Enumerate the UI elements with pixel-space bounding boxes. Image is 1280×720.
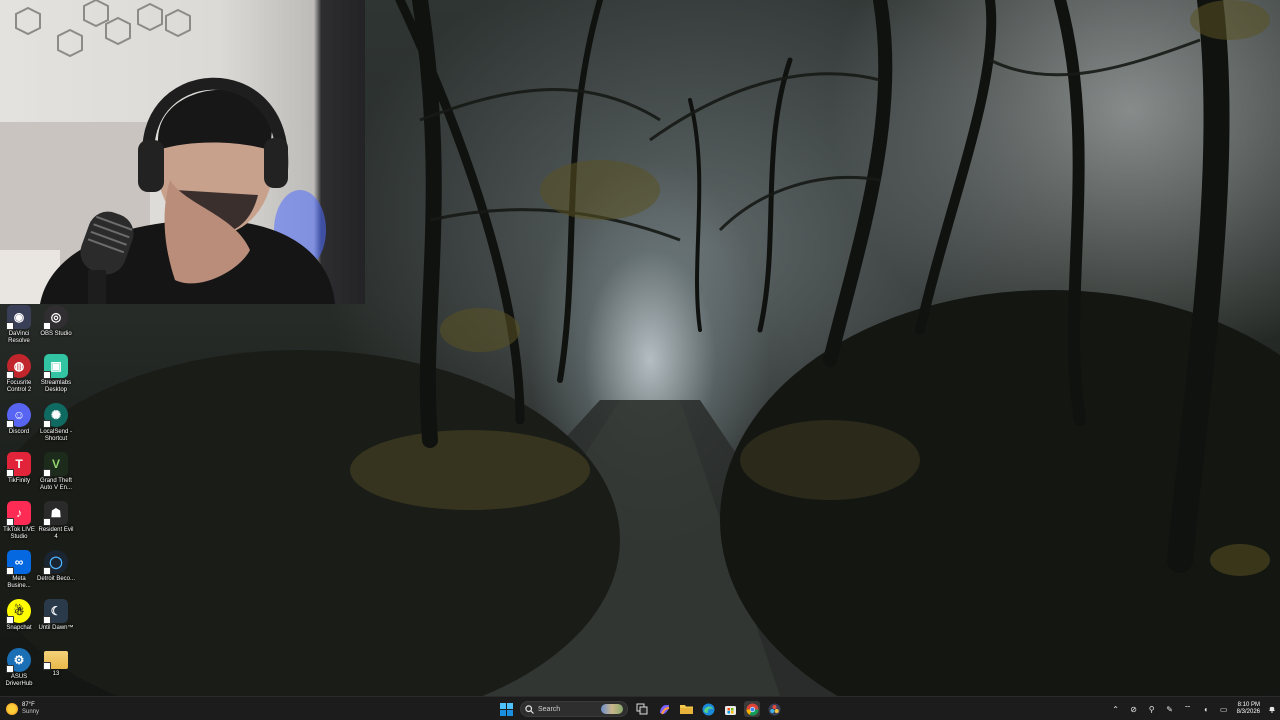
desktop-icon-obs-studio[interactable]: ◎ OBS Studio	[37, 304, 75, 352]
davinci-resolve-icon	[768, 703, 780, 715]
desktop-icon-folder-13[interactable]: 13	[37, 647, 75, 695]
copilot-icon	[659, 704, 669, 714]
weather-sun-icon	[6, 703, 18, 715]
desktop-icon-label: ASUS DriverHub	[5, 674, 33, 687]
notification-bell-icon[interactable]	[1268, 705, 1276, 713]
taskbar: 87°F Sunny Search ⌃ ⊘ ⚲ ✎ ⌔ ◖ ▭ 8:10 PM …	[0, 696, 1280, 720]
desktop-icon-label: LocalSend - Shortcut	[39, 429, 73, 442]
desktop-icon-label: Streamlabs Desktop	[40, 380, 72, 393]
until-dawn-icon: ☾	[43, 599, 68, 624]
desktop-icon-tiktok-live-studio[interactable]: ♪ TikTok LIVE Studio	[0, 500, 38, 548]
streamlabs-icon: ▣	[43, 354, 68, 379]
desktop-icon-davinci-resolve[interactable]: ◉ DaVinci Resolve	[0, 304, 38, 352]
desktop-icon-detroit[interactable]: ◯ Detroit Beco...	[37, 549, 75, 597]
search-placeholder: Search	[538, 705, 561, 713]
desktop-icon-streamlabs[interactable]: ▣ Streamlabs Desktop	[37, 353, 75, 401]
weather-condition: Sunny	[22, 709, 40, 715]
start-button[interactable]	[498, 701, 514, 717]
desktop-icon-localsend[interactable]: ✺ LocalSend - Shortcut	[37, 402, 75, 450]
microphone-icon[interactable]: ⚲	[1147, 705, 1157, 714]
desktop-icon-tikfinity[interactable]: T TikFinity	[0, 451, 38, 499]
folder-icon	[43, 651, 68, 670]
desktop-icon-focusrite-control[interactable]: ◍ Focusrite Control 2	[0, 353, 38, 401]
desktop-icon-label: Meta Busine...	[7, 576, 31, 589]
store-icon	[724, 705, 736, 715]
desktop-icon-label: Detroit Beco...	[37, 576, 76, 582]
battery-icon[interactable]: ▭	[1219, 705, 1229, 714]
asus-driverhub-icon: ⚙	[6, 648, 31, 673]
clock-time: 8:10 PM	[1237, 702, 1260, 708]
chrome-icon	[746, 703, 758, 716]
desktop-icon-snapchat[interactable]: ☃ Snapchat	[0, 598, 38, 646]
desktop-icon-label: Until Dawn™	[38, 625, 74, 631]
streamer-camera-feed	[0, 0, 335, 304]
localsend-icon: ✺	[43, 403, 68, 428]
desktop-icon-gta-v[interactable]: V Grand Theft Auto V En...	[37, 451, 75, 499]
weather-temperature: 87°F	[22, 702, 35, 708]
desktop-icon-label: Snapchat	[6, 625, 32, 631]
search-highlight-icon	[601, 704, 623, 714]
weather-text: 87°F Sunny	[22, 702, 39, 716]
desktop-icon-label: Focusrite Control 2	[6, 380, 32, 393]
desktop-icon-discord[interactable]: ☺ Discord	[0, 402, 38, 450]
snapchat-icon: ☃	[6, 599, 31, 624]
file-explorer-button[interactable]	[678, 701, 694, 717]
desktop-icon-label: 13	[52, 671, 60, 677]
network-icon[interactable]: ⌔	[1183, 704, 1193, 714]
clock-date: 8/3/2026	[1236, 709, 1260, 715]
taskbar-search-box[interactable]: Search	[520, 701, 628, 717]
tikfinity-icon: T	[6, 452, 31, 477]
desktop-icon-label: TikFinity	[7, 478, 31, 484]
show-hidden-icons-chevron-icon[interactable]: ⌃	[1111, 705, 1121, 714]
edge-button[interactable]	[700, 701, 716, 717]
desktop-icon-until-dawn[interactable]: ☾ Until Dawn™	[37, 598, 75, 646]
meta-business-icon: ∞	[6, 550, 31, 575]
resident-evil-4-icon: ☗	[43, 501, 68, 526]
desktop-icon-label: Grand Theft Auto V En...	[39, 478, 73, 491]
davinci-taskbar-button[interactable]	[766, 701, 782, 717]
focusrite-control-icon: ◍	[6, 354, 31, 379]
weather-widget[interactable]: 87°F Sunny	[6, 699, 39, 719]
taskbar-center-dock: Search	[498, 699, 782, 719]
desktop-icon-label: DaVinci Resolve	[8, 331, 30, 344]
gta-v-icon: V	[43, 452, 68, 477]
desktop-icon-label: Resident Evil 4	[38, 527, 74, 540]
copilot-button[interactable]	[656, 701, 672, 717]
desktop-icon-label: OBS Studio	[40, 331, 72, 337]
folder-icon	[679, 705, 693, 714]
discord-icon: ☺	[6, 403, 31, 428]
edge-icon	[702, 703, 714, 715]
chrome-button[interactable]	[744, 701, 760, 717]
tiktok-live-studio-icon: ♪	[6, 501, 31, 526]
desktop-icon-label: TikTok LIVE Studio	[3, 527, 35, 540]
davinci-resolve-icon: ◉	[6, 305, 31, 330]
pen-icon[interactable]: ✎	[1165, 705, 1175, 714]
system-tray: ⌃ ⊘ ⚲ ✎ ⌔ ◖ ▭ 8:10 PM 8/3/2026	[1111, 699, 1276, 719]
volume-icon[interactable]: ◖	[1201, 705, 1211, 714]
desktop-icon-meta-business[interactable]: ∞ Meta Busine...	[0, 549, 38, 597]
desktop-icon-asus-driverhub[interactable]: ⚙ ASUS DriverHub	[0, 647, 38, 695]
desktop-icon-resident-evil-4[interactable]: ☗ Resident Evil 4	[37, 500, 75, 548]
obs-studio-icon: ◎	[43, 305, 68, 330]
webcam-overlay	[0, 0, 365, 304]
windows-icon	[499, 702, 513, 716]
desktop-icon-label: Discord	[8, 429, 30, 435]
notification-mute-icon[interactable]: ⊘	[1129, 705, 1139, 714]
task-view-button[interactable]	[634, 701, 650, 717]
search-icon	[525, 704, 534, 714]
store-button[interactable]	[722, 701, 738, 717]
detroit-become-human-icon: ◯	[43, 550, 68, 575]
desktop-icon-grid: ◉ DaVinci Resolve ◎ OBS Studio ◍ Focusri…	[0, 304, 76, 694]
task-view-icon	[636, 703, 648, 715]
taskbar-clock[interactable]: 8:10 PM 8/3/2026	[1237, 702, 1260, 716]
